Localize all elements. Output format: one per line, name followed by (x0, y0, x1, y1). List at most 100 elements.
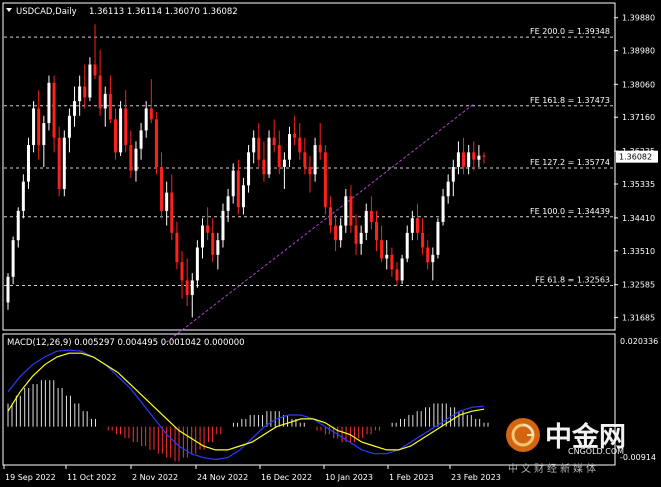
macd-ytick-top: 0.020336 (620, 337, 658, 346)
candle-body (200, 225, 204, 248)
candle-body (231, 170, 235, 197)
xtick-label: 24 Nov 2022 (197, 473, 248, 482)
candle-body (88, 64, 92, 98)
macd-ytick-bottom: -0.00914 (620, 453, 656, 462)
candle-body (252, 137, 256, 153)
candle-body (431, 254, 435, 263)
candle-body (272, 137, 276, 146)
macd-label: MACD(12,26,9) 0.005297 0.004495 0.001042… (7, 338, 245, 348)
candle-body (334, 225, 338, 241)
candle-body (477, 155, 481, 160)
candle-body (277, 145, 281, 167)
candle-body (308, 167, 312, 175)
candle-body (441, 196, 445, 222)
candle-body (451, 167, 455, 182)
ohlc-label: 1.36113 1.36114 1.36070 1.36082 (89, 7, 238, 17)
candle-body (129, 145, 133, 171)
candle-body (241, 185, 245, 208)
candle-body (257, 137, 261, 160)
xtick-label: 11 Oct 2022 (67, 473, 116, 482)
candle-body (318, 145, 322, 153)
candle-body (349, 196, 353, 226)
candle-body (462, 152, 466, 167)
time-axis: 19 Sep 2022 11 Oct 2022 2 Nov 2022 24 Nov 2… (3, 465, 501, 482)
candle-body (93, 64, 97, 76)
candle-body (364, 210, 368, 233)
candle-body (119, 108, 123, 153)
candle-body (344, 196, 348, 226)
candle-body (175, 232, 179, 263)
candle-body (6, 276, 10, 303)
watermark-en: CNGOLD.COM (568, 447, 624, 456)
symbol-label: USDCAD,Daily (16, 7, 77, 17)
candle-body (456, 152, 460, 167)
candle-body (185, 280, 189, 296)
candle-body (328, 207, 332, 226)
candle-body (354, 225, 358, 244)
candles (6, 24, 486, 318)
candle-body (323, 152, 327, 208)
candle-body (226, 196, 230, 211)
last-price-value: 1.36082 (619, 153, 652, 162)
candle-body (57, 137, 61, 189)
candle-body (436, 221, 440, 255)
xtick-label: 19 Sep 2022 (5, 473, 56, 482)
candle-body (165, 192, 169, 211)
candle-body (103, 93, 107, 109)
ytick-label: 1.33510 (622, 247, 655, 256)
candle-body (78, 86, 82, 102)
watermark-sub: 中文财经新媒体 (508, 462, 599, 475)
ytick-label: 1.32585 (622, 281, 655, 290)
candle-body (390, 254, 394, 270)
candle-body (11, 240, 15, 277)
candle-body (195, 247, 199, 281)
last-price-tag: 1.36082 (616, 150, 658, 163)
candle-body (359, 232, 363, 244)
candle-body (170, 192, 174, 233)
trendline (161, 103, 475, 346)
candle-body (160, 167, 164, 211)
candle-body (298, 137, 302, 153)
candle-body (108, 93, 112, 120)
candle-body (426, 247, 430, 263)
candle-body (26, 145, 30, 182)
ytick-label: 1.35335 (622, 180, 655, 189)
candle-body (267, 137, 271, 175)
candle-body (73, 101, 77, 116)
candle-body (134, 148, 138, 171)
candle-body (415, 218, 419, 233)
candle-body (446, 181, 450, 197)
candle-body (180, 262, 184, 281)
candle-body (313, 145, 317, 175)
candle-body (405, 232, 409, 259)
candle-body (16, 210, 20, 241)
xtick-label: 10 Jan 2023 (325, 473, 373, 482)
candle-body (303, 152, 307, 167)
candle-body (32, 108, 36, 146)
trendline-line (161, 103, 475, 346)
candle-body (385, 254, 389, 259)
candle-body (62, 137, 66, 189)
candle-body (149, 108, 153, 120)
xtick-label: 23 Feb 2023 (451, 473, 501, 482)
dropdown-arrow-icon[interactable] (6, 8, 12, 12)
ytick-label: 1.37160 (622, 113, 655, 122)
candle-body (206, 225, 210, 233)
candle-body (236, 170, 240, 208)
ytick-label: 1.38060 (622, 80, 655, 89)
xtick-label: 1 Feb 2023 (389, 473, 434, 482)
candle-body (52, 82, 56, 138)
candle-body (190, 280, 194, 296)
ytick-label: 1.34410 (622, 214, 655, 223)
fib-label: FE 200.0 = 1.39348 (530, 27, 610, 36)
candle-body (282, 159, 286, 167)
macd-indicator (7, 349, 489, 462)
candle-body (83, 86, 87, 98)
fib-label: FE 127.2 = 1.35774 (530, 158, 610, 167)
chart-canvas: FE 200.0 = 1.39348 FE 161.8 = 1.37473 FE 1… (2, 2, 658, 482)
candle-body (375, 221, 379, 241)
candle-body (369, 210, 373, 222)
fib-label: FE 100.0 = 1.34439 (530, 207, 610, 216)
macd-signal-line (7, 352, 485, 451)
candle-body (380, 240, 384, 259)
